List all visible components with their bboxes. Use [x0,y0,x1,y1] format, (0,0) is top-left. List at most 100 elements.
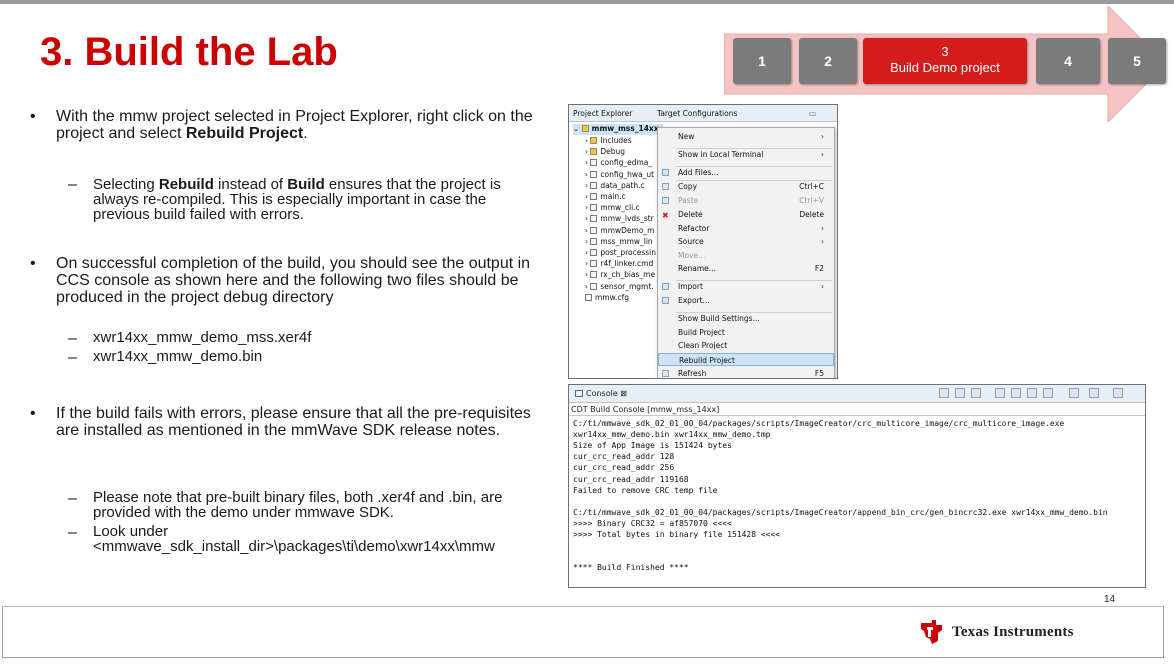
tree-item[interactable]: › mmw_cli.c [585,203,640,214]
tree-item[interactable]: › Includes [585,136,632,147]
ti-logo-icon [921,620,942,644]
console-line: Failed to remove CRC temp file [573,485,718,495]
file-icon [590,226,598,234]
menu-item-show-build-settings[interactable]: Show Build Settings... [658,312,834,325]
console-tool-2-icon[interactable] [955,388,965,398]
page-number: 14 [1104,594,1116,605]
console-tool-4-icon[interactable] [995,388,1005,398]
console-line: xwr14xx_mmw_demo.bin xwr14xx_mmw_demo.tm… [573,430,771,440]
console-line: >>>> Binary CRC32 = af857070 <<<< [573,518,732,528]
console-toolbar [939,388,1139,400]
tree-item-label: mmw.cfg [595,292,629,302]
console-subtitle: CDT Build Console [mmw_mss_14xx] [571,405,720,414]
menu-item-clean-project[interactable]: Clean Project [658,339,834,352]
project-folder-icon [581,125,589,132]
file-icon [590,282,598,290]
console-tool-5-icon[interactable] [1011,388,1021,398]
menu-item-copy[interactable]: Copy Ctrl+C [658,180,834,193]
paste-icon [662,197,669,204]
tree-item[interactable]: › config_edma_ [585,158,652,169]
console-screenshot: Console ⊠ CDT Build Console [mmw_mss_14x… [568,384,1146,588]
console-tool-6-icon[interactable] [1027,388,1037,398]
tree-item-label: mmw_cli.c [600,203,640,213]
menu-item-shortcut: Delete [799,210,824,219]
tree-item[interactable]: › data_path.c [585,181,645,192]
console-line: cur_crc_read_addr 119168 [573,474,689,484]
console-line: cur_crc_read_addr 128 [573,452,675,462]
tree-item[interactable]: › r4f_linker.cmd [585,259,653,270]
file-icon [590,237,598,245]
file-icon [590,271,598,279]
tree-item[interactable]: › main.c [585,192,626,203]
minimize-icon[interactable]: ▭ [809,109,816,118]
menu-item-rebuild-project[interactable]: Rebuild Project [658,353,834,366]
menu-item-refactor[interactable]: Refactor › [658,222,834,235]
menu-item-label: Refactor [678,224,710,233]
tree-item[interactable]: › rx_ch_bias_me [585,270,655,281]
menu-item-label: Move... [678,251,706,260]
console-tool-1-icon[interactable] [939,388,949,398]
console-line: cur_crc_read_addr 256 [573,463,675,473]
copy-icon [662,183,669,190]
menu-item-shortcut: › [821,237,824,246]
ti-brand-text: Texas Instruments [952,624,1074,640]
menu-item-label: Paste [678,196,699,205]
tree-item[interactable]: › mss_mmw_lin [585,237,653,248]
menu-item-build-project[interactable]: Build Project [658,326,834,339]
tab-console[interactable]: Console ⊠ [575,389,627,398]
file-icon [590,249,598,256]
file-icon [590,204,598,212]
folder-icon [590,148,598,156]
context-menu: New › Show in Local Terminal › Add Files... C… [657,127,835,378]
console-tool-7-icon[interactable] [1043,388,1053,398]
tree-item[interactable]: › mmw_lvds_str [585,214,654,225]
file-icon [590,215,598,223]
tree-item[interactable]: › Debug [585,147,625,158]
console-tool-10-icon[interactable] [1113,388,1123,398]
menu-item-export[interactable]: Export... [658,294,834,307]
menu-item-label: Source [678,237,704,246]
menu-item-label: Copy [678,182,698,191]
console-tool-8-icon[interactable] [1069,388,1079,398]
tree-item[interactable]: › mmwDemo_m [585,226,654,237]
console-line: C:/ti/mmwave_sdk_02_01_00_04/packages/sc… [573,419,1065,428]
file-icon [590,181,598,189]
menu-item-add-files[interactable]: Add Files... [658,166,834,179]
menu-item-label: Add Files... [678,168,719,177]
menu-item-new[interactable]: New › [658,130,834,143]
menu-item-rename[interactable]: Rename... F2 [658,262,834,275]
step-5: 5 [1108,38,1166,84]
tree-item-label: data_path.c [600,180,645,190]
console-tool-3-icon[interactable] [971,388,981,398]
menu-item-shortcut: › [821,150,824,159]
delete-icon: ✖ [662,211,669,220]
file-icon [590,193,598,200]
tree-item[interactable]: › sensor_mgmt. [585,282,654,293]
menu-item-label: Clean Project [678,341,728,350]
menu-item-label: Import [678,282,703,291]
menu-item-import[interactable]: Import › [658,280,834,293]
menu-item-label: Show in Local Terminal [678,150,764,159]
tree-project-item[interactable]: ⌄ mmw_mss_14xx [573,124,663,135]
tree-item[interactable]: › config_hwa_ut [585,170,654,181]
menu-item-paste[interactable]: Paste Ctrl+V [658,194,834,207]
menu-item-move[interactable]: Move... [658,249,834,262]
addfiles-icon [662,169,669,176]
tree-item-label: main.c [600,192,626,201]
console-tool-9-icon[interactable] [1089,388,1099,398]
file-icon [590,170,598,178]
tree-item[interactable]: mmw.cfg [585,293,629,304]
menu-item-refresh[interactable]: Refresh F5 [658,367,834,378]
menu-item-delete[interactable]: ✖ Delete Delete [658,208,834,221]
console-divider [569,415,1145,416]
tree-item[interactable]: › post_processin [585,248,656,259]
menu-item-source[interactable]: Source › [658,235,834,248]
tab-project-explorer[interactable]: Project Explorer [573,109,632,118]
menu-item-shortcut: Ctrl+C [799,182,824,191]
menu-item-show-in-local-terminal[interactable]: Show in Local Terminal › [658,148,834,161]
menu-item-shortcut: › [821,132,824,141]
tab-target-configurations[interactable]: Target Configurations [657,109,737,118]
menu-item-shortcut: F5 [814,369,824,378]
step-2: 2 [799,38,857,84]
menu-item-shortcut: › [821,282,824,291]
